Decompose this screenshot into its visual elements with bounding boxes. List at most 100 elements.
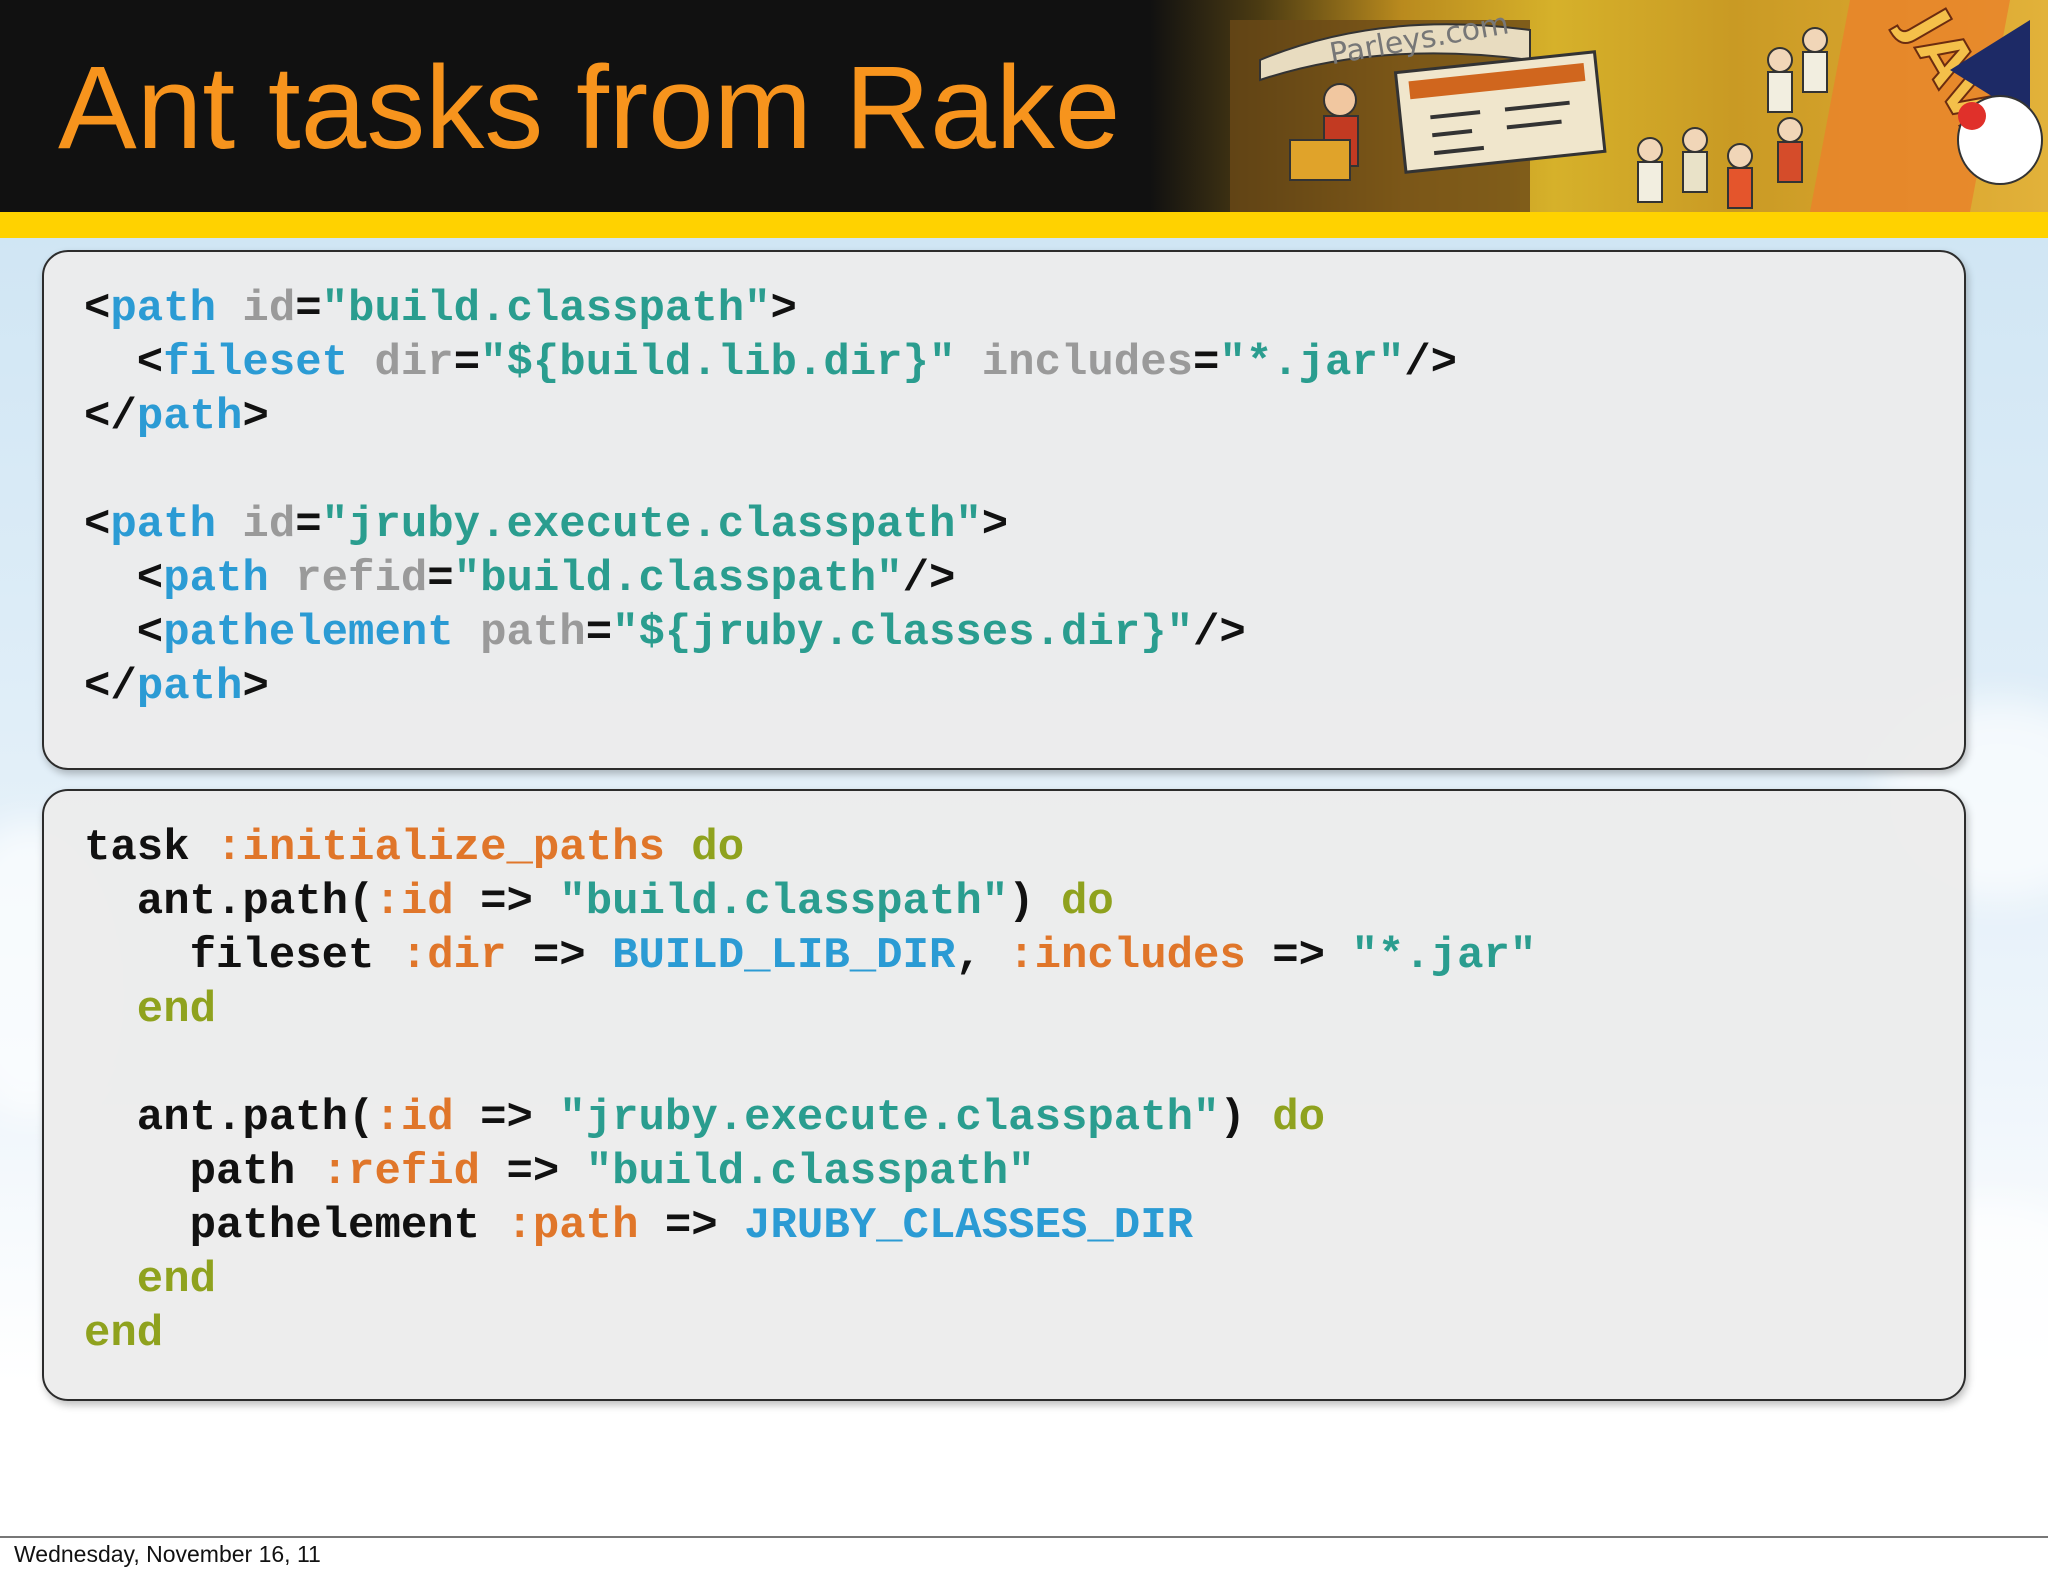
code-token-punct: </ (84, 662, 137, 712)
code-line: end (84, 1253, 1536, 1307)
code-token-kw: end (84, 1255, 217, 1305)
code-token-attr: includes (955, 338, 1194, 388)
code-token-tag: fileset (163, 338, 349, 388)
code-line: end (84, 983, 1536, 1037)
code-token-punct: > (981, 500, 1009, 550)
code-line: ant.path(:id => "build.classpath") do (84, 875, 1536, 929)
code-token-punct: /> (902, 554, 956, 604)
code-token-punct: => (453, 1093, 560, 1143)
code-token-str: "${build.lib.dir}" (480, 338, 956, 388)
code-token-attr: id (216, 284, 296, 334)
code-token-punct: ) (1008, 877, 1061, 927)
code-token-str: "build.classpath" (559, 877, 1009, 927)
code-token-sym: :dir (400, 931, 507, 981)
code-token-sym: :path (506, 1201, 639, 1251)
code-line: <pathelement path="${jruby.classes.dir}"… (84, 606, 1457, 660)
code-token-punct: => (453, 877, 560, 927)
code-token-punct: task (84, 823, 217, 873)
code-line: <fileset dir="${build.lib.dir}" includes… (84, 336, 1457, 390)
code-line: end (84, 1307, 1536, 1361)
code-token-punct: => (506, 931, 613, 981)
code-token-punct: /> (1404, 338, 1458, 388)
footer-divider (0, 1536, 2048, 1538)
header-illustration: Parleys.com JAVA (1150, 0, 2048, 212)
code-token-str: "*.jar" (1351, 931, 1537, 981)
code-token-punct: => (1245, 931, 1352, 981)
accent-divider (0, 212, 2048, 238)
slide-header: Parleys.com JAVA Ant tasks from Rake (0, 0, 2048, 212)
ruby-code-panel: task :initialize_paths do ant.path(:id =… (42, 789, 1966, 1401)
code-token-str: "build.classpath" (585, 1147, 1035, 1197)
slide-title: Ant tasks from Rake (58, 42, 1121, 174)
code-token-attr: id (216, 500, 296, 550)
code-token-punct: < (84, 284, 111, 334)
code-token-punct: < (84, 608, 164, 658)
xml-code-block: <path id="build.classpath"> <fileset dir… (84, 282, 1457, 714)
code-token-str: "${jruby.classes.dir}" (612, 608, 1194, 658)
code-token-attr: path (453, 608, 586, 658)
code-token-const: BUILD_LIB_DIR (612, 931, 956, 981)
code-token-tag: path (136, 392, 243, 442)
code-line: <path refid="build.classpath"/> (84, 552, 1457, 606)
code-token-punct: /> (1193, 608, 1246, 658)
code-token-punct: path (84, 1147, 322, 1197)
code-line: <path id="build.classpath"> (84, 282, 1457, 336)
code-line: task :initialize_paths do (84, 821, 1536, 875)
code-token-punct: = (295, 500, 322, 550)
code-token-kw: end (84, 985, 217, 1035)
footer-date: Wednesday, November 16, 11 (14, 1541, 321, 1567)
code-token-sym: :includes (1008, 931, 1246, 981)
code-token-tag: path (110, 500, 217, 550)
code-token-punct: > (770, 284, 797, 334)
code-token-punct: = (295, 284, 322, 334)
code-token-kw: do (664, 823, 745, 873)
code-token-punct: ant.path( (84, 877, 375, 927)
code-token-punct: > (242, 662, 269, 712)
slide: Parleys.com JAVA Ant tasks from Rake <pa… (0, 0, 2048, 1536)
code-token-sym: :initialize_paths (216, 823, 665, 873)
code-token-sym: :refid (321, 1147, 481, 1197)
code-token-punct: < (84, 554, 164, 604)
code-token-str: "build.classpath" (453, 554, 903, 604)
code-token-sym: :id (374, 1093, 454, 1143)
code-token-const: JRUBY_CLASSES_DIR (744, 1201, 1193, 1251)
code-token-punct: < (84, 338, 164, 388)
code-token-punct: = (1193, 338, 1220, 388)
code-token-punct: ) (1219, 1093, 1273, 1143)
code-line: ant.path(:id => "jruby.execute.classpath… (84, 1091, 1536, 1145)
code-token-str: "jruby.execute.classpath" (559, 1093, 1220, 1143)
ruby-code-block: task :initialize_paths do ant.path(:id =… (84, 821, 1536, 1361)
code-line: pathelement :path => JRUBY_CLASSES_DIR (84, 1199, 1536, 1253)
code-token-kw: do (1272, 1093, 1326, 1143)
code-token-punct: = (453, 338, 481, 388)
code-token-punct: => (638, 1201, 745, 1251)
code-token-punct: < (84, 500, 111, 550)
code-line: <path id="jruby.execute.classpath"> (84, 498, 1457, 552)
code-token-tag: pathelement (163, 608, 454, 658)
code-token-punct: pathelement (84, 1201, 507, 1251)
code-token-str: "jruby.execute.classpath" (321, 500, 982, 550)
xml-code-panel: <path id="build.classpath"> <fileset dir… (42, 250, 1966, 770)
code-token-tag: path (110, 284, 217, 334)
code-token-str: "*.jar" (1219, 338, 1405, 388)
code-token-tag: path (136, 662, 243, 712)
code-token-punct: ant.path( (84, 1093, 375, 1143)
code-token-punct: fileset (84, 931, 401, 981)
code-line: </path> (84, 660, 1457, 714)
code-token-punct: , (955, 931, 1009, 981)
code-token-punct: = (427, 554, 454, 604)
code-token-punct: </ (84, 392, 137, 442)
code-token-tag: path (163, 554, 269, 604)
code-token-attr: dir (348, 338, 454, 388)
code-token-kw: end (84, 1309, 164, 1359)
code-token-attr: refid (268, 554, 428, 604)
cartoon-crowd-illustration: Parleys.com JAVA (1230, 0, 2043, 212)
code-token-punct: > (242, 392, 269, 442)
code-line: fileset :dir => BUILD_LIB_DIR, :includes… (84, 929, 1537, 983)
code-line: path :refid => "build.classpath" (84, 1145, 1536, 1199)
code-token-kw: do (1060, 877, 1114, 927)
code-line: </path> (84, 390, 1457, 444)
code-token-str: "build.classpath" (321, 284, 771, 334)
